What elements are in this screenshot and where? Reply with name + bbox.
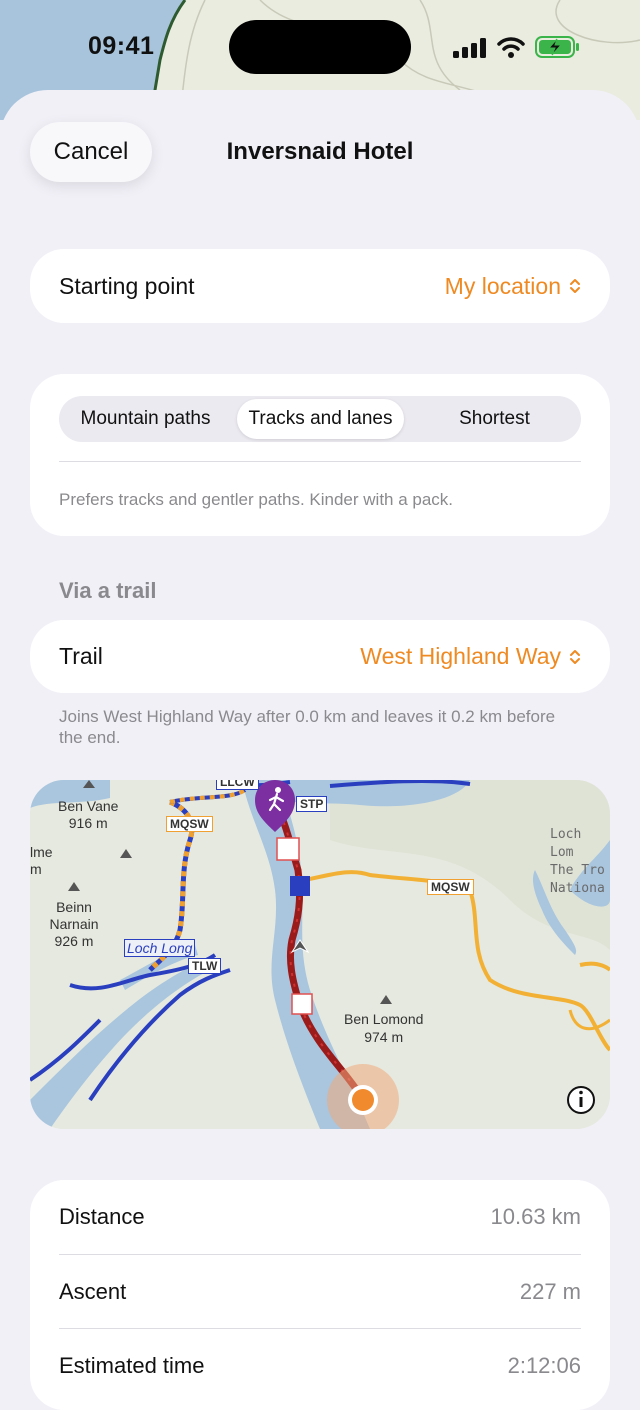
map-badge-mqsw: MQSW bbox=[427, 879, 474, 895]
trail-label: Trail bbox=[59, 643, 103, 669]
map-label-loch-long: Loch Long bbox=[124, 939, 196, 957]
route-mode-segmented-control: Mountain paths Tracks and lanes Shortest bbox=[59, 396, 581, 442]
stat-value: 10.63 km bbox=[490, 1204, 582, 1229]
map-badge-tlw: TLW bbox=[188, 958, 222, 974]
status-bar: 09:41 bbox=[0, 0, 640, 95]
starting-point-card[interactable]: Starting point My location bbox=[30, 249, 610, 323]
starting-point-label: Starting point bbox=[59, 272, 195, 299]
route-mode-description: Prefers tracks and gentler paths. Kinder… bbox=[59, 490, 454, 509]
chevron-up-down-icon bbox=[570, 279, 580, 293]
stat-row-estimated-time: Estimated time 2:12:06 bbox=[59, 1329, 581, 1402]
trail-card[interactable]: Trail West Highland Way bbox=[30, 620, 610, 693]
starting-point-value: My location bbox=[444, 272, 561, 299]
map-badge-mqsw: MQSW bbox=[166, 816, 213, 832]
battery-charging-icon bbox=[535, 36, 579, 58]
route-map[interactable]: Ben Vane 916 m lme m Beinn Narnain 926 m Be… bbox=[30, 780, 610, 1129]
page-title: Inversnaid Hotel bbox=[226, 138, 414, 165]
stat-label: Estimated time bbox=[59, 1352, 205, 1378]
divider bbox=[59, 461, 581, 462]
starting-point-picker[interactable]: My location bbox=[445, 273, 581, 300]
map-badge-llcw: LLCW bbox=[216, 780, 259, 790]
stat-row-distance: Distance 10.63 km bbox=[59, 1180, 581, 1254]
section-label-via-trail: Via a trail bbox=[59, 578, 157, 603]
dynamic-island bbox=[229, 20, 411, 74]
map-badge-stp: STP bbox=[296, 796, 328, 812]
map-label-ben-vane: Ben Vane 916 m bbox=[58, 798, 119, 831]
segment-mountain-paths[interactable]: Mountain paths bbox=[63, 399, 228, 439]
stat-label: Ascent bbox=[59, 1278, 127, 1304]
chevron-up-down-icon bbox=[570, 649, 580, 664]
status-time: 09:41 bbox=[88, 32, 155, 60]
trail-value: West Highland Way bbox=[360, 643, 561, 669]
route-mode-card: Mountain paths Tracks and lanes Shortest… bbox=[30, 374, 610, 536]
cellular-signal-icon bbox=[453, 38, 486, 58]
map-label-ben-lomond: Ben Lomond 974 m bbox=[344, 1011, 424, 1045]
stat-value: 227 m bbox=[519, 1278, 581, 1304]
segment-tracks-and-lanes[interactable]: Tracks and lanes bbox=[237, 399, 404, 439]
map-label-beinn-narnain: Beinn Narnain 926 m bbox=[49, 899, 99, 949]
trail-note: Joins West Highland Way after 0.0 km and… bbox=[59, 707, 556, 747]
stat-row-ascent: Ascent 227 m bbox=[59, 1255, 581, 1328]
stat-value: 2:12:06 bbox=[507, 1352, 581, 1378]
map-label-national-park: Loch Lom The Tro Nationa bbox=[550, 827, 605, 896]
wifi-icon bbox=[497, 37, 525, 58]
segment-shortest[interactable]: Shortest bbox=[412, 399, 577, 439]
stat-label: Distance bbox=[59, 1204, 145, 1229]
route-stats-card: Distance 10.63 km Ascent 227 m Estimated… bbox=[30, 1180, 610, 1410]
map-label-ime: lme m bbox=[30, 844, 53, 877]
info-icon[interactable] bbox=[565, 1085, 597, 1117]
trail-picker[interactable]: West Highland Way bbox=[360, 643, 581, 670]
